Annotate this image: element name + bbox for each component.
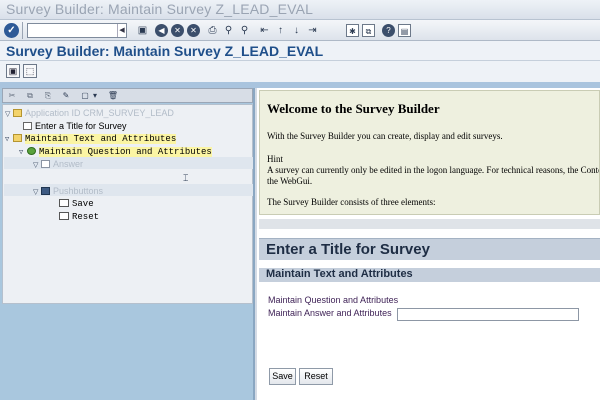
reset-button[interactable]: Reset [299, 368, 333, 385]
tree-node-answer[interactable]: ▽ Answer [33, 158, 83, 170]
elements-text: The Survey Builder consists of three ele… [267, 197, 436, 207]
first-page-icon[interactable]: ⇤ [258, 24, 271, 37]
survey-title-header: Enter a Title for Survey [259, 238, 600, 260]
question-label: Maintain Question and Attributes [268, 295, 399, 305]
sap-window: Survey Builder: Maintain Survey Z_LEAD_E… [0, 0, 600, 400]
save-survey-icon[interactable]: ▣ [6, 64, 20, 78]
save-button[interactable]: Save [269, 368, 296, 385]
paste-icon[interactable]: ⎘ [42, 90, 54, 101]
tree-node-save[interactable]: Save [59, 198, 94, 210]
section-title-text: Maintain Text and Attributes [266, 268, 413, 280]
tree-toolbar: ✂ ⧉ ⎘ ✎ ▢ ▾ 🗑 [2, 88, 253, 103]
survey-title-text: Enter a Title for Survey [266, 241, 430, 258]
text-cursor-icon: ⌶ [183, 173, 189, 183]
exit-icon[interactable]: ✕ [171, 24, 184, 37]
delete-icon[interactable]: 🗑 [107, 90, 119, 101]
document-icon [23, 122, 32, 130]
application-toolbar: ▣ ⬚ [0, 61, 600, 82]
survey-tree: ▽ Application ID CRM_SURVEY_LEAD Enter a … [2, 104, 253, 304]
button-icon [59, 212, 69, 220]
find-next-icon[interactable]: ⚲ [238, 24, 251, 37]
cancel-icon[interactable]: ✕ [187, 24, 200, 37]
tree-node-pushbuttons[interactable]: ▽ Pushbuttons [33, 185, 103, 197]
back-icon[interactable]: ◀ [155, 24, 168, 37]
find-icon[interactable]: ⚲ [222, 24, 235, 37]
hint-text-line2: the WebGui. [267, 176, 313, 186]
window-title-bar: Survey Builder: Maintain Survey Z_LEAD_E… [0, 0, 600, 20]
new-session-icon[interactable]: ✱ [346, 24, 359, 37]
next-page-icon[interactable]: ↓ [290, 24, 303, 37]
answer-icon [41, 160, 50, 168]
cut-icon[interactable]: ✂ [6, 90, 18, 101]
question-icon [27, 147, 36, 155]
pushbuttons-icon [41, 187, 50, 195]
new-element-dropdown-icon[interactable]: ▾ [91, 90, 99, 101]
help-icon[interactable]: ? [382, 24, 395, 37]
folder-icon [13, 109, 22, 117]
welcome-intro: With the Survey Builder you can create, … [267, 131, 503, 141]
survey-tree-pane: ✂ ⧉ ⎘ ✎ ▢ ▾ 🗑 ▽ Application ID CRM_SURVEY… [0, 88, 255, 400]
print-icon[interactable]: ⎙ [206, 24, 219, 37]
expand-toggle-icon[interactable]: ▽ [5, 109, 13, 121]
expand-toggle-icon[interactable]: ▽ [33, 160, 41, 172]
command-field[interactable] [27, 23, 127, 38]
survey-editor-pane: Welcome to the Survey Builder With the S… [257, 88, 600, 400]
answer-input[interactable] [397, 308, 579, 321]
save-icon[interactable]: ▣ [136, 24, 149, 37]
answer-label: Maintain Answer and Attributes [268, 308, 392, 318]
folder-icon [13, 134, 22, 142]
tree-node-text-attributes[interactable]: ▽ Maintain Text and Attributes [5, 133, 177, 146]
customize-layout-icon[interactable]: ▤ [398, 24, 411, 37]
expand-toggle-icon[interactable]: ▽ [33, 187, 41, 199]
tree-node-survey-title[interactable]: Enter a Title for Survey [23, 120, 127, 132]
previous-page-icon[interactable]: ↑ [274, 24, 287, 37]
section-header: Maintain Text and Attributes [259, 268, 600, 282]
tree-node-reset[interactable]: Reset [59, 211, 99, 223]
tree-node-application[interactable]: ▽ Application ID CRM_SURVEY_LEAD [5, 107, 174, 119]
screen-title-bar: Survey Builder: Maintain Survey Z_LEAD_E… [0, 41, 600, 61]
hint-label: Hint [267, 154, 284, 164]
window-title: Survey Builder: Maintain Survey Z_LEAD_E… [6, 1, 314, 17]
divider-strip [259, 219, 600, 229]
shortcut-icon[interactable]: ⧉ [362, 24, 375, 37]
screen-title: Survey Builder: Maintain Survey Z_LEAD_E… [6, 43, 324, 59]
new-element-icon[interactable]: ▢ [79, 90, 91, 101]
copy-icon[interactable]: ⧉ [24, 90, 36, 101]
edit-icon[interactable]: ✎ [60, 90, 72, 101]
welcome-panel: Welcome to the Survey Builder With the S… [259, 90, 600, 215]
button-icon [59, 199, 69, 207]
welcome-heading: Welcome to the Survey Builder [267, 101, 440, 116]
enter-icon[interactable]: ✓ [4, 23, 19, 38]
toolbar-separator [22, 22, 23, 39]
command-history-dropdown-icon[interactable]: ◀ [117, 24, 126, 37]
preview-icon[interactable]: ⬚ [23, 64, 37, 78]
standard-toolbar: ✓ ◀ ▣ ◀ ✕ ✕ ⎙ ⚲ ⚲ ⇤ ↑ ↓ ⇥ ✱ ⧉ ? ▤ [0, 20, 600, 41]
hint-text-line1: A survey can currently only be edited in… [267, 165, 600, 175]
expand-toggle-icon[interactable]: ▽ [5, 134, 13, 146]
last-page-icon[interactable]: ⇥ [306, 24, 319, 37]
